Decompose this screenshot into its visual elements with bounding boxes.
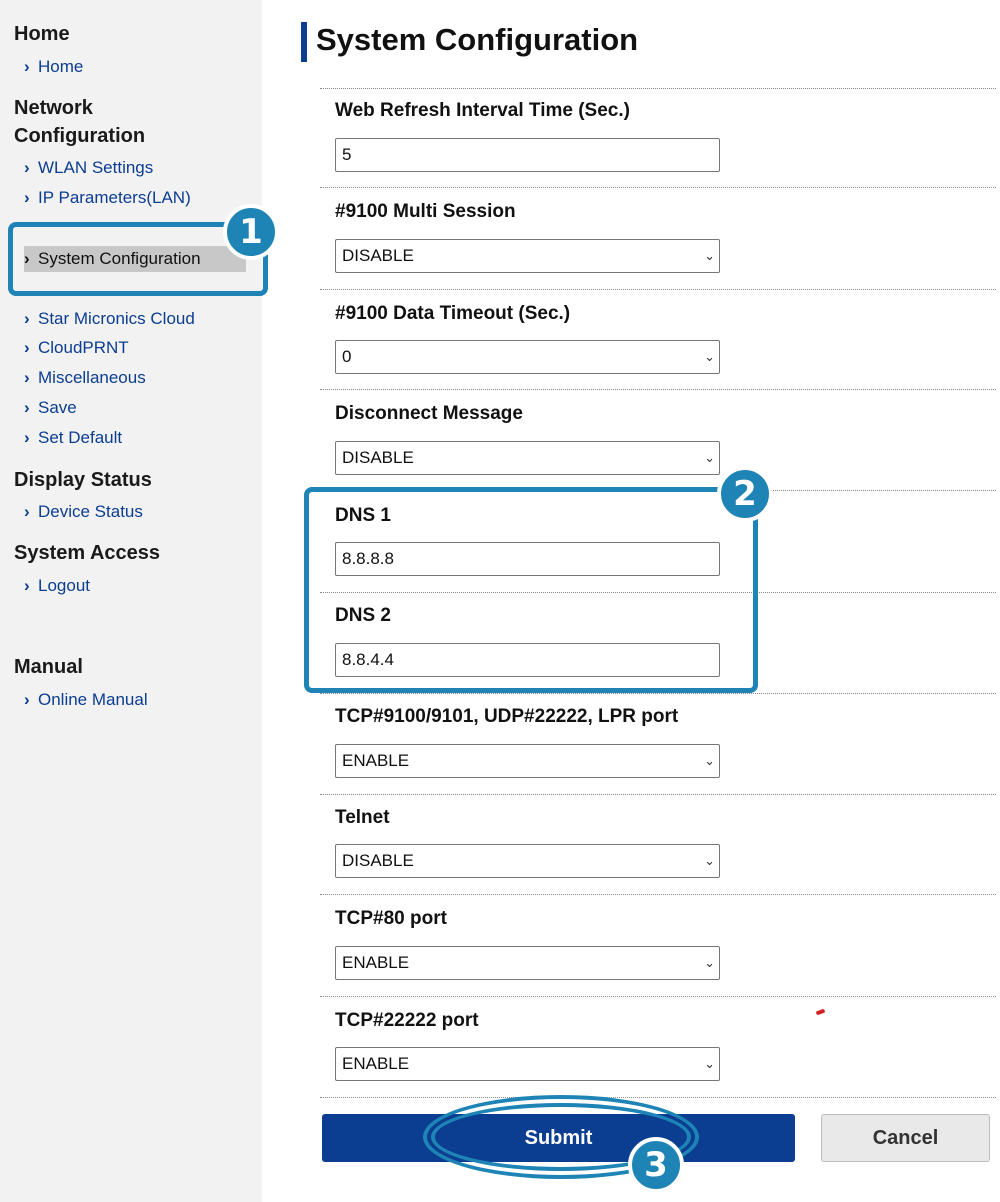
sidebar-item-wlan-settings[interactable]: › WLAN Settings: [24, 157, 153, 179]
sidebar-item-home[interactable]: › Home: [24, 56, 83, 78]
web-refresh-interval-input[interactable]: [335, 138, 720, 172]
cancel-button[interactable]: Cancel: [821, 1114, 990, 1162]
divider: [320, 794, 996, 795]
divider: [320, 894, 996, 895]
section-title-system-access: System Access: [14, 542, 161, 564]
annotation-badge-1: 1: [223, 204, 279, 260]
tcp-22222-port-select[interactable]: ENABLE ⌄: [335, 1047, 720, 1081]
chevron-down-icon: ⌄: [704, 853, 715, 868]
divider: [320, 289, 996, 290]
label-tcp-22222-port: TCP#22222 port: [335, 1010, 479, 1031]
divider: [320, 693, 996, 694]
title-accent-bar: [301, 22, 307, 62]
data-timeout-select[interactable]: 0 ⌄: [335, 340, 720, 374]
chevron-down-icon: ⌄: [704, 349, 715, 364]
chevron-right-icon: ›: [24, 188, 30, 207]
divider: [320, 88, 996, 89]
label-tcp-9100-lpr-port: TCP#9100/9101, UDP#22222, LPR port: [335, 706, 679, 727]
tcp-80-port-select[interactable]: ENABLE ⌄: [335, 946, 720, 980]
label-multi-session: #9100 Multi Session: [335, 201, 516, 222]
section-title-network-line2: Configuration: [14, 125, 146, 147]
label-web-refresh-interval: Web Refresh Interval Time (Sec.): [335, 100, 630, 121]
sidebar: Home › Home Network Configuration › WLAN S…: [0, 0, 262, 1202]
chevron-right-icon: ›: [24, 502, 30, 521]
chevron-right-icon: ›: [24, 576, 30, 595]
chevron-right-icon: ›: [24, 338, 30, 357]
label-tcp-80-port: TCP#80 port: [335, 908, 447, 929]
chevron-right-icon: ›: [24, 428, 30, 447]
chevron-right-icon: ›: [24, 57, 30, 76]
label-data-timeout: #9100 Data Timeout (Sec.): [335, 303, 571, 324]
telnet-select[interactable]: DISABLE ⌄: [335, 844, 720, 878]
label-telnet: Telnet: [335, 807, 390, 828]
chevron-down-icon: ⌄: [704, 450, 715, 465]
page-title: System Configuration: [316, 22, 639, 57]
sidebar-item-set-default[interactable]: › Set Default: [24, 427, 122, 449]
disconnect-message-select[interactable]: DISABLE ⌄: [335, 441, 720, 475]
chevron-down-icon: ⌄: [704, 753, 715, 768]
sidebar-item-online-manual[interactable]: › Online Manual: [24, 689, 148, 711]
divider: [320, 187, 996, 188]
chevron-down-icon: ⌄: [704, 248, 715, 263]
sidebar-item-device-status[interactable]: › Device Status: [24, 501, 143, 523]
sidebar-item-logout[interactable]: › Logout: [24, 575, 90, 597]
chevron-right-icon: ›: [24, 158, 30, 177]
sidebar-item-miscellaneous[interactable]: › Miscellaneous: [24, 367, 146, 389]
red-mark: [815, 1008, 826, 1016]
section-title-manual: Manual: [14, 656, 83, 678]
section-title-display-status: Display Status: [14, 469, 152, 491]
chevron-right-icon: ›: [24, 398, 30, 417]
annotation-highlight-2: [304, 487, 758, 693]
divider: [320, 996, 996, 997]
label-disconnect-message: Disconnect Message: [335, 403, 523, 424]
sidebar-item-star-micronics-cloud[interactable]: › Star Micronics Cloud: [24, 308, 195, 330]
chevron-right-icon: ›: [24, 309, 30, 328]
chevron-right-icon: ›: [24, 368, 30, 387]
section-title-home: Home: [14, 23, 70, 45]
annotation-badge-2: 2: [717, 466, 773, 522]
sidebar-item-save[interactable]: › Save: [24, 397, 77, 419]
chevron-down-icon: ⌄: [704, 955, 715, 970]
multi-session-select[interactable]: DISABLE ⌄: [335, 239, 720, 273]
section-title-network-line1: Network: [14, 97, 93, 119]
annotation-badge-3: 3: [628, 1137, 684, 1193]
divider: [320, 389, 996, 390]
divider: [320, 1097, 996, 1098]
sidebar-item-ip-parameters[interactable]: › IP Parameters(LAN): [24, 187, 191, 209]
chevron-down-icon: ⌄: [704, 1056, 715, 1071]
sidebar-item-cloudprnt[interactable]: › CloudPRNT: [24, 337, 129, 359]
chevron-right-icon: ›: [24, 690, 30, 709]
tcp-9100-lpr-port-select[interactable]: ENABLE ⌄: [335, 744, 720, 778]
